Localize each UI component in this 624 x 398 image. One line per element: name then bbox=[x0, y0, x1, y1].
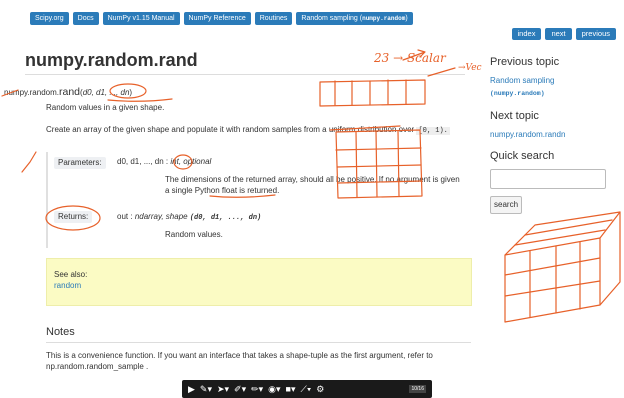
play-icon[interactable]: ▶ bbox=[188, 380, 195, 398]
crumb-random-sampling[interactable]: Random sampling (numpy.random) bbox=[296, 12, 413, 25]
search-button[interactable]: search bbox=[490, 196, 523, 214]
see-also-random-link[interactable]: random bbox=[54, 281, 81, 290]
return-type: ndarray, shape bbox=[134, 212, 188, 221]
field-list bbox=[46, 152, 468, 248]
crumb-routines[interactable]: Routines bbox=[254, 12, 293, 25]
highlighter-icon[interactable]: ✐▾ bbox=[234, 380, 246, 398]
shape-icon[interactable]: ■▾ bbox=[286, 380, 296, 398]
see-also-box bbox=[46, 258, 472, 306]
notes-heading: Notes bbox=[46, 326, 75, 338]
args-underline-annotation bbox=[107, 98, 173, 102]
crumb-random-sampling-code: numpy.random bbox=[362, 15, 406, 22]
next-button[interactable]: next bbox=[545, 28, 572, 40]
crumb-numpy-manual[interactable]: NumPy v1.15 Manual bbox=[102, 12, 180, 25]
quick-search-heading: Quick search bbox=[490, 150, 555, 162]
parameter-name: d0, d1, ..., dn : int, optional bbox=[117, 157, 211, 166]
signature-module: numpy.random. bbox=[4, 88, 59, 97]
settings-icon[interactable]: ⚙ bbox=[316, 380, 324, 398]
previous-topic-link-code[interactable]: (numpy.random) bbox=[490, 90, 545, 97]
check-mark-annotation-2 bbox=[21, 151, 37, 173]
annotation-toolbar: ▶ ✎▾ ➤▾ ✐▾ ✏▾ ◉▾ ■▾ ⟋▾ ⚙ 10/16 bbox=[182, 380, 432, 398]
index-button[interactable]: index bbox=[511, 28, 542, 40]
pointer-icon[interactable]: ➤▾ bbox=[217, 380, 229, 398]
crumb-random-sampling-close: ) bbox=[405, 15, 408, 22]
page-indicator: 10/16 bbox=[409, 385, 426, 393]
interval-code: [0, 1). bbox=[416, 127, 450, 135]
parameter-type: int, optional bbox=[170, 157, 212, 166]
next-topic-link[interactable]: numpy.random.randn bbox=[490, 130, 565, 140]
notes-body: This is a convenience function. If you w… bbox=[46, 351, 433, 371]
tensor-drawing-annotation bbox=[504, 211, 621, 323]
marker-icon[interactable]: ✏▾ bbox=[251, 380, 263, 398]
function-signature: numpy.random.rand(d0, d1, ..., dn) bbox=[4, 86, 132, 98]
title-divider bbox=[25, 74, 465, 75]
description-paragraph: Create an array of the given shape and p… bbox=[46, 124, 476, 137]
crumb-numpy-reference[interactable]: NumPy Reference bbox=[183, 12, 251, 25]
parameter-names-text: d0, d1, ..., dn : bbox=[117, 157, 169, 166]
return-description: Random values. bbox=[165, 230, 223, 239]
previous-topic-heading: Previous topic bbox=[490, 56, 560, 68]
crumb-random-sampling-text: Random sampling ( bbox=[301, 15, 363, 22]
signature-args: d0, d1, ..., dn bbox=[82, 88, 130, 97]
return-name: out : bbox=[117, 212, 133, 221]
breadcrumb: Scipy.org Docs NumPy v1.15 Manual NumPy … bbox=[30, 12, 413, 25]
description-text: Create an array of the given shape and p… bbox=[46, 125, 415, 134]
see-also-title: See also: bbox=[54, 270, 88, 279]
crumb-scipy-org[interactable]: Scipy.org bbox=[30, 12, 69, 25]
parameter-description: The dimensions of the returned array, sh… bbox=[165, 175, 460, 195]
parameters-label: Parameters: bbox=[54, 157, 106, 169]
crumb-docs[interactable]: Docs bbox=[72, 12, 99, 25]
previous-button[interactable]: previous bbox=[575, 28, 616, 40]
signature-function: rand bbox=[59, 86, 81, 98]
page-title: numpy.random.rand bbox=[25, 50, 198, 70]
line-icon[interactable]: ⟋▾ bbox=[301, 380, 312, 398]
scalar-arrow-annotation bbox=[402, 49, 426, 61]
return-value: out : ndarray, shape (d0, d1, ..., dn) bbox=[117, 212, 261, 222]
return-shape-code: (d0, d1, ..., dn) bbox=[189, 214, 262, 222]
previous-topic-link[interactable]: Random sampling bbox=[490, 76, 554, 86]
scalar-note-annotation: 23 → Scalar bbox=[373, 51, 447, 65]
next-topic-heading: Next topic bbox=[490, 110, 539, 122]
returns-label: Returns: bbox=[54, 211, 93, 223]
summary-text: Random values in a given shape. bbox=[46, 103, 165, 112]
notes-divider bbox=[46, 342, 471, 343]
eraser-icon[interactable]: ◉▾ bbox=[268, 380, 280, 398]
signature-close-paren: ) bbox=[129, 88, 133, 97]
related-nav: index next previous bbox=[511, 28, 616, 40]
pen-icon[interactable]: ✎▾ bbox=[200, 380, 212, 398]
search-input[interactable] bbox=[490, 169, 606, 189]
vec-note-annotation: →Vec bbox=[458, 63, 482, 73]
